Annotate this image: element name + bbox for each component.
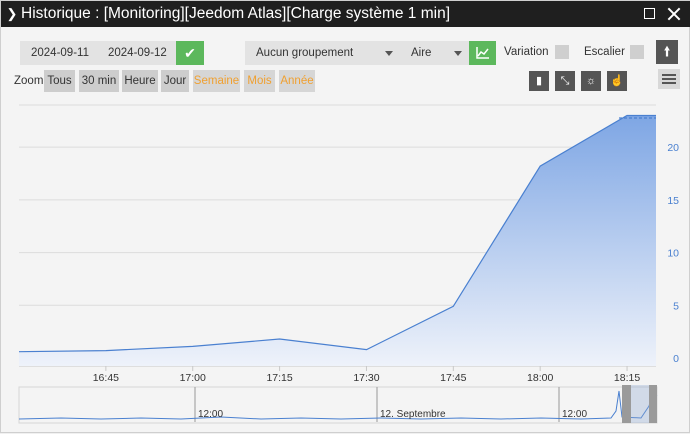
navigator-label: 12:00 (198, 409, 224, 420)
check-icon: ✔ (184, 45, 196, 61)
x-tick-label: 17:30 (353, 372, 379, 384)
zoom-all-button[interactable]: Tous (44, 70, 75, 92)
y-tick-label: 10 (667, 248, 679, 260)
history-chart: 0 5 10 15 20 16:45 17:00 17:15 17:30 17:45 18:00 1… (18, 104, 679, 424)
series-line (18, 114, 656, 353)
maximize-icon[interactable] (641, 5, 659, 23)
zoom-week-button: Semaine (193, 70, 240, 92)
x-tick-label: 18:00 (527, 372, 553, 384)
navigator-label: 12. Septembre (380, 409, 446, 420)
variation-checkbox[interactable] (555, 45, 569, 59)
series-area (19, 115, 656, 366)
caret-down-icon (454, 51, 462, 56)
grouping-value: Aucun groupement (256, 47, 354, 59)
navigator-left-handle[interactable] (622, 385, 631, 423)
stairs-checkbox[interactable] (630, 45, 644, 59)
pointer-button[interactable]: ☝ (607, 71, 627, 91)
export-button[interactable]: ▮ (529, 71, 549, 91)
y-tick-label: 5 (673, 300, 679, 312)
chart-type-select[interactable]: Aire (400, 41, 469, 65)
file-icon: ▮ (535, 75, 543, 87)
arrows-icon: ⤡ (560, 75, 570, 87)
window-title: Historique : [Monitoring][Jeedom Atlas][… (21, 5, 451, 22)
arrow-up-icon: 🠙 (663, 43, 671, 59)
compare-button[interactable]: ⤡ (555, 71, 575, 91)
area-chart-icon (476, 47, 489, 59)
x-tick-label: 16:45 (93, 372, 119, 384)
x-tick-label: 17:00 (180, 372, 206, 384)
close-icon[interactable] (665, 5, 683, 23)
y-tick-label: 0 (673, 353, 679, 365)
scroll-up-button[interactable]: 🠙 (656, 40, 678, 64)
settings-button[interactable]: ☼ (581, 71, 601, 91)
stairs-label: Escalier (584, 46, 625, 58)
x-tick-label: 18:15 (614, 372, 640, 384)
chart-menu-button[interactable] (658, 69, 680, 89)
grouping-select[interactable]: Aucun groupement (245, 41, 400, 65)
chart-type-button[interactable] (469, 41, 496, 65)
navigator-right-handle[interactable] (649, 385, 657, 423)
zoom-30min-button[interactable]: 30 min (79, 70, 119, 92)
start-date-input[interactable]: 2024-09-11 (20, 41, 98, 65)
y-tick-label: 15 (667, 195, 679, 207)
navigator-label: 12:00 (562, 409, 588, 420)
sun-icon: ☼ (585, 75, 597, 87)
zoom-year-button: Année (279, 70, 315, 92)
chevron-right-icon[interactable]: ❯ (3, 6, 21, 22)
navigator[interactable] (18, 385, 658, 424)
zoom-month-button: Mois (244, 70, 275, 92)
history-window: ❯ Historique : [Monitoring][Jeedom Atlas… (0, 0, 690, 433)
variation-label: Variation (504, 46, 549, 58)
chart-type-value: Aire (411, 47, 432, 59)
hand-pointer-icon: ☝ (610, 75, 624, 87)
navigator-series (18, 390, 658, 420)
caret-down-icon (385, 51, 393, 56)
zoom-hour-button[interactable]: Heure (122, 70, 158, 92)
x-tick-label: 17:15 (266, 372, 292, 384)
zoom-label: Zoom (14, 75, 44, 87)
y-tick-label: 20 (667, 142, 679, 154)
zoom-day-button[interactable]: Jour (161, 70, 189, 92)
end-date-input[interactable]: 2024-09-12 (98, 41, 176, 65)
navigator-range[interactable] (622, 385, 656, 423)
confirm-dates-button[interactable]: ✔ (176, 41, 204, 65)
x-tick-label: 17:45 (440, 372, 466, 384)
title-bar: ❯ Historique : [Monitoring][Jeedom Atlas… (1, 1, 690, 27)
